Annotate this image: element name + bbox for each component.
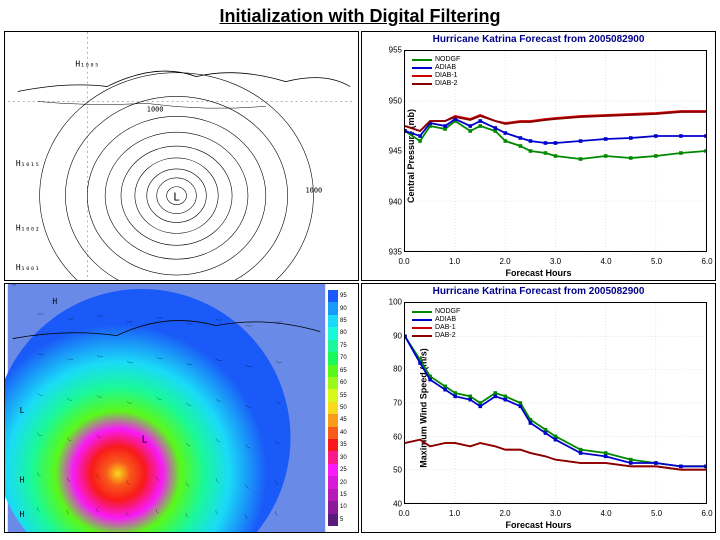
- svg-text:L: L: [142, 435, 148, 446]
- xlabel-pressure: Forecast Hours: [505, 268, 571, 278]
- page-title: Initialization with Digital Filtering: [0, 0, 720, 31]
- colorbar: 9590858075706560555045403530252015105: [328, 290, 356, 526]
- max-wind-chart: Hurricane Katrina Forecast from 20050829…: [361, 283, 716, 533]
- wind-map-panel: L L H H H 959085807570656055504540353025…: [4, 283, 359, 533]
- central-pressure-chart: Hurricane Katrina Forecast from 20050829…: [361, 31, 716, 281]
- chart-title-wind: Hurricane Katrina Forecast from 20050829…: [362, 286, 715, 297]
- svg-text:L: L: [20, 406, 25, 415]
- svg-text:H₁₀₀₂: H₁₀₀₂: [16, 223, 40, 232]
- legend-pressure: NODGFADIABDIAB-1DIAB-2: [410, 54, 462, 90]
- svg-text:H₁₀₀₁: H₁₀₀₁: [16, 263, 40, 272]
- svg-text:1000: 1000: [306, 187, 323, 195]
- svg-text:H: H: [20, 475, 25, 484]
- panel-grid: L H₁₀₀₁ H₁₀₁₅ H₁₀₀₂ H₁₀₀₅ 1000 1000 Hurr…: [0, 31, 720, 537]
- xlabel-wind: Forecast Hours: [505, 520, 571, 530]
- legend-wind: NODGFADIABDAB-1DAB-2: [410, 306, 462, 342]
- svg-text:H₁₀₁₅: H₁₀₁₅: [16, 159, 40, 168]
- svg-text:L: L: [173, 191, 180, 204]
- pressure-contour-panel: L H₁₀₀₁ H₁₀₁₅ H₁₀₀₂ H₁₀₀₅ 1000 1000: [4, 31, 359, 281]
- svg-text:H: H: [52, 297, 57, 306]
- chart-title-pressure: Hurricane Katrina Forecast from 20050829…: [362, 34, 715, 45]
- svg-text:1000: 1000: [147, 105, 164, 113]
- svg-text:H: H: [20, 510, 25, 519]
- svg-text:H₁₀₀₅: H₁₀₀₅: [75, 60, 99, 69]
